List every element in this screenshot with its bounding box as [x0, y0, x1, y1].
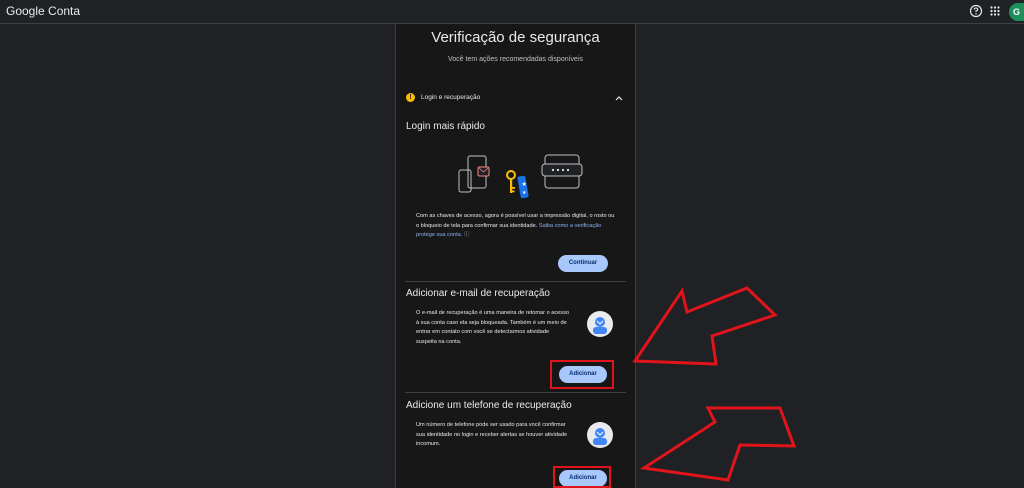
login-description: Com as chaves de acesso, agora é possíve… [416, 212, 618, 241]
chevron-up-icon[interactable] [614, 94, 624, 102]
warning-icon: ! [406, 93, 415, 102]
phone-recovery-description: Um número de telefone pode ser usado par… [416, 422, 568, 447]
divider [405, 281, 626, 282]
passkey-illustration-icon: ★ ★ [458, 154, 583, 199]
brand-title[interactable]: Google Conta [6, 4, 80, 18]
avatar[interactable]: G [1009, 3, 1024, 21]
section-header-login-recovery[interactable]: ! Login e recuperação [405, 91, 626, 107]
apps-grid-icon[interactable] [988, 4, 1002, 18]
divider [405, 392, 626, 393]
continue-button[interactable]: Continuar [558, 255, 608, 272]
email-recovery-heading: Adicionar e-mail de recuperação [406, 288, 550, 299]
help-circle-icon[interactable]: ⓘ [464, 232, 470, 238]
page-subtitle: Você tem ações recomendadas disponíveis [447, 56, 584, 63]
annotation-arrow-icon [632, 286, 778, 366]
section-label: Login e recuperação [421, 94, 481, 101]
page-title: Verificação de segurança [431, 29, 600, 46]
help-icon[interactable] [969, 4, 983, 18]
security-checkup-panel: Verificação de segurança Você tem ações … [395, 24, 636, 488]
svg-text:★: ★ [522, 181, 527, 188]
app-header: Google Conta G [0, 0, 1024, 24]
svg-text:★: ★ [522, 190, 527, 196]
recovery-phone-avatar-icon [587, 422, 613, 448]
highlight-box-phone [553, 466, 611, 488]
recovery-email-avatar-icon [587, 311, 613, 337]
annotation-arrow-icon [640, 406, 797, 482]
email-recovery-description: O e-mail de recuperação é uma maneira de… [416, 310, 569, 345]
login-heading: Login mais rápido [406, 121, 485, 132]
phone-recovery-heading: Adicione um telefone de recuperação [406, 400, 572, 411]
highlight-box-email [550, 360, 614, 389]
